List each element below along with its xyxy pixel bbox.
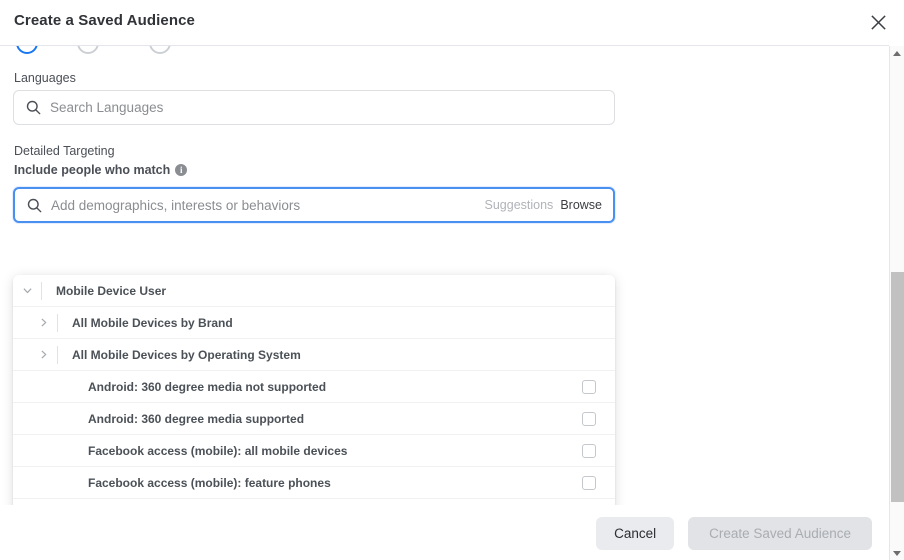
dropdown-group-row[interactable]: All Mobile Devices by Brand <box>13 307 615 339</box>
step-circle-3[interactable] <box>149 46 171 54</box>
dropdown-row-label: All Mobile Devices by Operating System <box>72 347 301 362</box>
vertical-scrollbar[interactable] <box>889 46 904 560</box>
chevron-right-icon[interactable] <box>29 318 57 327</box>
dialog-header: Create a Saved Audience <box>0 0 904 45</box>
dropdown-row-label: All Mobile Devices by Brand <box>72 315 233 330</box>
row-divider <box>57 345 58 364</box>
dialog-footer: Cancel Create Saved Audience <box>0 506 889 560</box>
dropdown-row-label: Mobile Device User <box>56 283 167 298</box>
create-saved-audience-dialog: Create a Saved Audience Languages Search… <box>0 0 904 560</box>
search-actions: Suggestions Browse <box>485 198 603 212</box>
browse-link[interactable]: Browse <box>560 198 602 212</box>
row-checkbox[interactable] <box>582 411 596 426</box>
dropdown-row-label: Facebook access (mobile): all mobile dev… <box>88 443 348 458</box>
create-saved-audience-button[interactable]: Create Saved Audience <box>688 516 872 550</box>
languages-label: Languages <box>14 71 76 85</box>
dropdown-item-row[interactable]: Android: 360 degree media supported <box>13 403 615 435</box>
scroll-down-arrow-icon[interactable] <box>890 546 904 560</box>
step-circle-1[interactable] <box>16 46 38 54</box>
dropdown-item-row[interactable]: Facebook access (mobile): smartphones an… <box>13 499 615 505</box>
search-icon <box>26 100 41 115</box>
info-icon[interactable]: i <box>175 164 188 176</box>
scrollbar-thumb[interactable] <box>891 272 904 502</box>
chevron-right-icon[interactable] <box>29 350 57 359</box>
dropdown-row-label: Android: 360 degree media supported <box>88 411 305 426</box>
detailed-targeting-label: Detailed Targeting <box>14 144 115 158</box>
dropdown-item-row[interactable]: Facebook access (mobile): all mobile dev… <box>13 435 615 467</box>
include-people-who-match-text: Include people who match <box>14 163 171 177</box>
include-people-who-match-label: Include people who match i <box>14 163 188 177</box>
row-checkbox[interactable] <box>582 379 596 394</box>
page-title: Create a Saved Audience <box>14 12 195 29</box>
dropdown-row-label: Facebook access (mobile): feature phones <box>88 475 331 490</box>
search-icon <box>27 198 42 213</box>
dropdown-item-row[interactable]: Facebook access (mobile): feature phones <box>13 467 615 499</box>
row-checkbox[interactable] <box>582 475 596 490</box>
dropdown-group-row[interactable]: Mobile Device User <box>13 275 615 307</box>
step-circle-2[interactable] <box>77 46 99 54</box>
dropdown-item-row[interactable]: Android: 360 degree media not supported <box>13 371 615 403</box>
dropdown-row-label: Android: 360 degree media not supported <box>88 379 327 394</box>
targeting-results-dropdown: Mobile Device User All Mobile Devices by… <box>13 275 615 505</box>
dropdown-group-row[interactable]: All Mobile Devices by Operating System <box>13 339 615 371</box>
close-button[interactable] <box>864 8 892 36</box>
close-icon <box>870 14 886 30</box>
suggestions-link[interactable]: Suggestions <box>485 198 554 212</box>
detailed-targeting-placeholder: Add demographics, interests or behaviors <box>51 197 301 213</box>
row-checkbox[interactable] <box>582 443 596 458</box>
step-indicator <box>0 46 400 54</box>
chevron-down-icon[interactable] <box>13 286 41 295</box>
dialog-body: Languages Search Languages Detailed Targ… <box>0 46 889 505</box>
row-divider <box>57 313 58 332</box>
scroll-up-arrow-icon[interactable] <box>890 46 904 60</box>
languages-search-placeholder: Search Languages <box>50 100 164 115</box>
detailed-targeting-search-input[interactable]: Add demographics, interests or behaviors… <box>13 187 615 223</box>
row-divider <box>41 281 42 300</box>
languages-search-input[interactable]: Search Languages <box>13 90 615 125</box>
cancel-button[interactable]: Cancel <box>596 516 675 550</box>
